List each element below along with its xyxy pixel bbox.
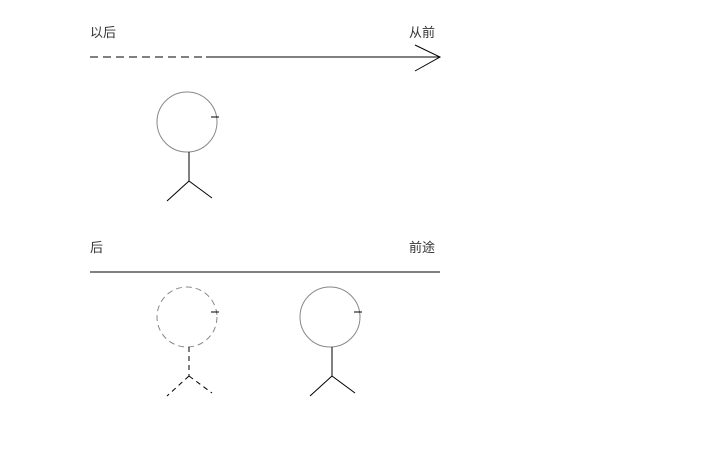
bottom-dashed-stick-figure — [156, 286, 219, 397]
figure-right-leg — [188, 375, 213, 394]
top-timeline-arrow — [90, 44, 442, 72]
figure-right-leg — [331, 375, 356, 394]
figure-head — [299, 286, 361, 348]
figure-head — [156, 286, 218, 348]
figure-left-leg — [166, 375, 190, 397]
top-stick-figure — [156, 91, 219, 202]
diagram-canvas: 以后 从前 后 前途 — [0, 0, 710, 470]
figure-head — [156, 91, 218, 153]
bottom-solid-stick-figure — [299, 286, 362, 397]
arrowhead — [414, 44, 442, 72]
figure-right-leg — [188, 180, 213, 199]
figure-left-leg — [309, 375, 333, 397]
figure-left-leg — [166, 180, 190, 202]
diagram-drawing — [90, 44, 442, 397]
